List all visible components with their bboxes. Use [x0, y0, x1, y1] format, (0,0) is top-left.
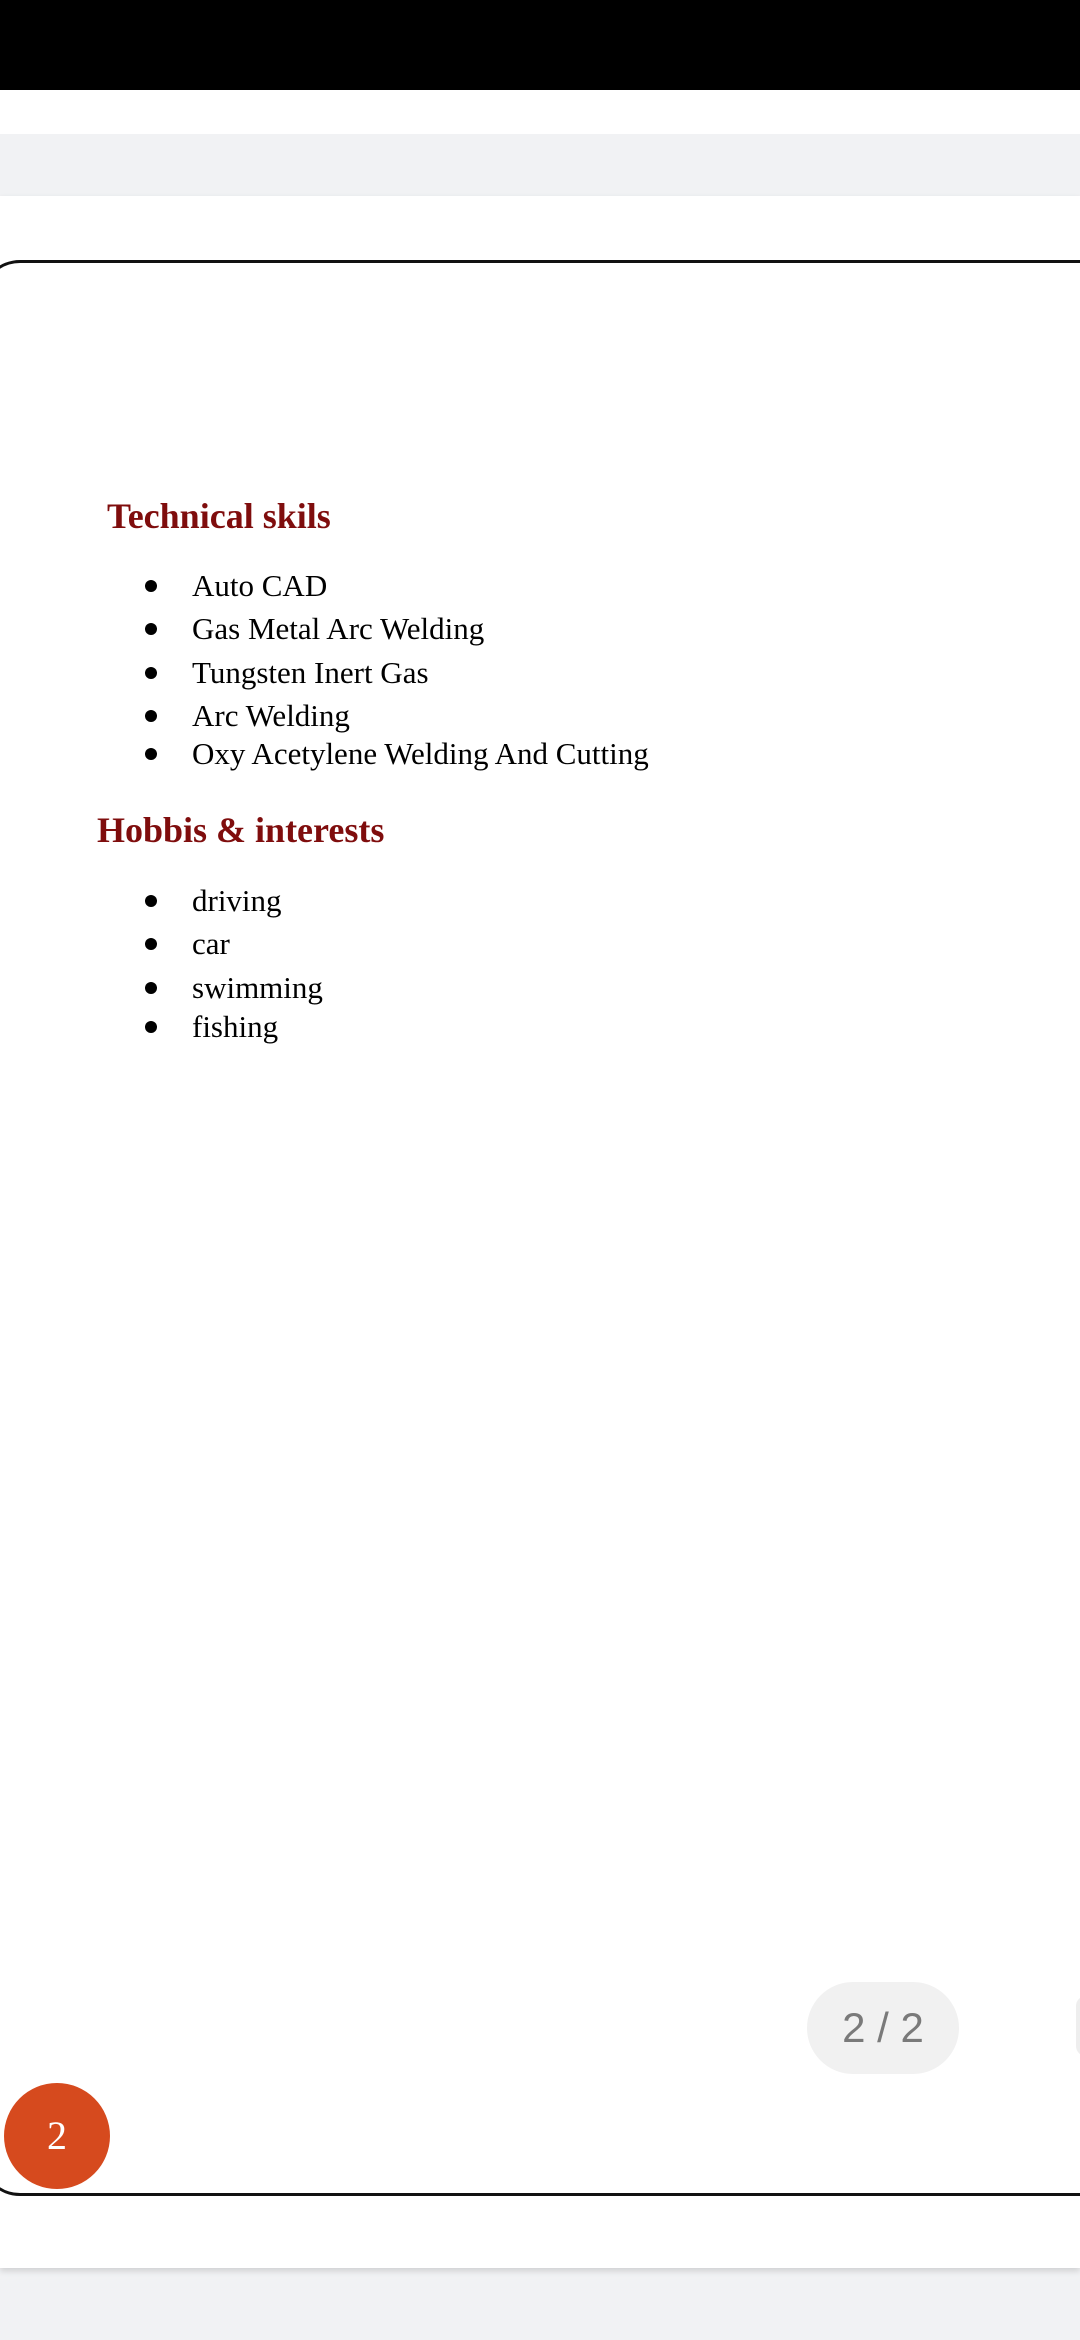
- bullet-icon: [145, 748, 157, 760]
- page-number-badge[interactable]: 2: [4, 2083, 110, 2189]
- page-counter[interactable]: 2 / 2: [807, 1982, 959, 2074]
- list-item: fishing: [0, 1008, 900, 1048]
- list-item: Arc Welding: [0, 697, 900, 737]
- status-bar: [0, 0, 1080, 90]
- bullet-icon: [145, 667, 157, 679]
- bullet-icon: [145, 710, 157, 722]
- bullet-icon: [145, 938, 157, 950]
- bullet-icon: [145, 623, 157, 635]
- list-item: Gas Metal Arc Welding: [0, 610, 900, 650]
- list-item: swimming: [0, 969, 900, 1009]
- technical-skills-heading: Technical skils: [107, 496, 331, 536]
- list-item-text: fishing: [192, 1009, 279, 1044]
- bullet-icon: [145, 895, 157, 907]
- bullet-icon: [145, 982, 157, 994]
- list-item: car: [0, 925, 900, 965]
- page-gutter: [0, 134, 1080, 194]
- list-item-text: driving: [192, 883, 282, 918]
- list-item-text: Gas Metal Arc Welding: [192, 611, 485, 646]
- list-item-text: swimming: [192, 970, 323, 1005]
- list-item-text: Tungsten Inert Gas: [192, 655, 429, 690]
- list-item: Oxy Acetylene Welding And Cutting: [0, 735, 900, 775]
- list-item: Auto CAD: [0, 567, 900, 607]
- bullet-icon: [145, 580, 157, 592]
- page-border: [0, 260, 1080, 2196]
- viewer-toolbar: [0, 90, 1080, 134]
- list-item-text: Auto CAD: [192, 568, 328, 603]
- hobbies-heading: Hobbis & interests: [97, 810, 385, 850]
- list-item: Tungsten Inert Gas: [0, 654, 900, 694]
- scroll-handle[interactable]: [1076, 1996, 1080, 2056]
- list-item-text: Arc Welding: [192, 698, 350, 733]
- document-page[interactable]: Technical skils Auto CAD Gas Metal Arc W…: [0, 196, 1080, 2268]
- list-item: driving: [0, 882, 900, 922]
- bullet-icon: [145, 1021, 157, 1033]
- list-item-text: car: [192, 926, 230, 961]
- list-item-text: Oxy Acetylene Welding And Cutting: [192, 736, 649, 771]
